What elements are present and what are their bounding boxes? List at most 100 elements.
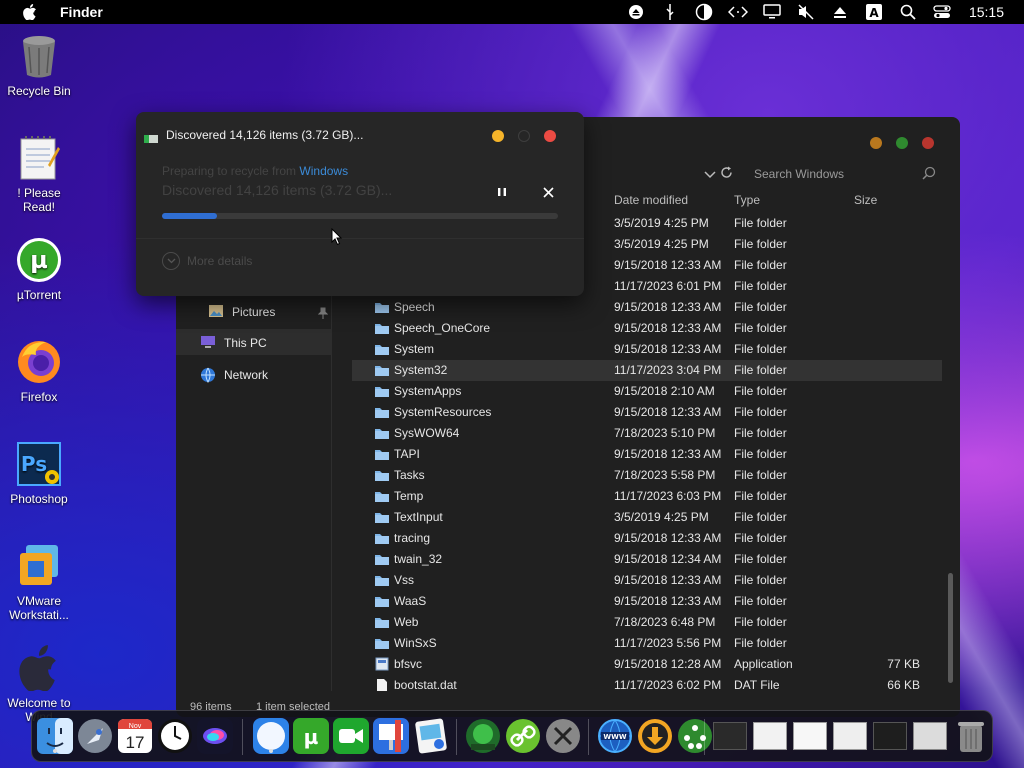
source-folder-link[interactable]: Windows bbox=[299, 164, 348, 178]
preview-icon[interactable] bbox=[412, 717, 450, 755]
desktop-icon-firefox[interactable]: Firefox bbox=[0, 338, 78, 404]
window-thumbnail[interactable] bbox=[792, 717, 828, 755]
window-thumbnail[interactable] bbox=[912, 717, 948, 755]
file-name: System32 bbox=[394, 363, 448, 377]
table-row[interactable]: Tasks 7/18/2023 5:58 PM File folder bbox=[352, 465, 942, 486]
date-modified-cell: 9/15/2018 12:34 AM bbox=[614, 552, 722, 566]
table-row[interactable]: TAPI 9/15/2018 12:33 AM File folder bbox=[352, 444, 942, 465]
table-row[interactable]: Temp 11/17/2023 6:03 PM File folder bbox=[352, 486, 942, 507]
download-icon[interactable] bbox=[636, 717, 674, 755]
table-row[interactable]: System 9/15/2018 12:33 AM File folder bbox=[352, 339, 942, 360]
table-row[interactable]: twain_32 9/15/2018 12:34 AM File folder bbox=[352, 549, 942, 570]
calendar-day: 17 bbox=[125, 733, 145, 752]
table-row[interactable]: WinSxS 11/17/2023 5:56 PM File folder bbox=[352, 633, 942, 654]
type-cell: File folder bbox=[734, 405, 787, 419]
type-cell: File folder bbox=[734, 552, 787, 566]
desktop-icon-please-read[interactable]: ! Please Read! bbox=[0, 134, 78, 214]
pin-icon[interactable] bbox=[317, 306, 329, 324]
column-header-date[interactable]: Date modified bbox=[614, 193, 688, 211]
date-modified-cell: 9/15/2018 12:33 AM bbox=[614, 300, 722, 314]
trash-icon[interactable] bbox=[952, 717, 990, 755]
table-row[interactable]: bootstat.dat 11/17/2023 6:02 PM DAT File 66… bbox=[352, 675, 942, 696]
search-input[interactable]: Search Windows bbox=[744, 161, 944, 187]
pause-button[interactable] bbox=[494, 184, 510, 200]
column-header-type[interactable]: Type bbox=[734, 193, 760, 211]
window-thumbnail[interactable] bbox=[752, 717, 788, 755]
table-row[interactable]: SysWOW64 7/18/2023 5:10 PM File folder bbox=[352, 423, 942, 444]
collabsysos-icon[interactable] bbox=[464, 717, 502, 755]
desktop-icon-vmware[interactable]: VMware Workstati... bbox=[0, 542, 78, 622]
facetime-icon[interactable] bbox=[332, 717, 370, 755]
nav-item-label: This PC bbox=[224, 336, 267, 350]
folder-icon bbox=[374, 426, 390, 440]
nav-item-pictures[interactable]: Pictures bbox=[208, 300, 275, 324]
control-center-icon[interactable] bbox=[925, 0, 959, 24]
clock-icon[interactable] bbox=[156, 717, 194, 755]
minimize-button[interactable] bbox=[492, 130, 504, 142]
desktop-icon-recycle-bin[interactable]: Recycle Bin bbox=[0, 32, 78, 98]
cancel-button[interactable] bbox=[538, 182, 558, 202]
window-thumbnail[interactable] bbox=[872, 717, 908, 755]
menu-bar-clock[interactable]: 15:15 bbox=[969, 4, 1004, 20]
chevron-down-icon[interactable] bbox=[704, 167, 716, 185]
notepad-icon bbox=[15, 134, 63, 182]
table-row[interactable]: tracing 9/15/2018 12:33 AM File folder bbox=[352, 528, 942, 549]
finder-icon[interactable] bbox=[36, 717, 74, 755]
minimize-button[interactable] bbox=[870, 137, 882, 149]
nav-item-this-pc[interactable]: This PC bbox=[200, 331, 267, 355]
table-row[interactable]: Vss 9/15/2018 12:33 AM File folder bbox=[352, 570, 942, 591]
mute-icon[interactable] bbox=[789, 0, 823, 24]
table-row[interactable]: bfsvc 9/15/2018 12:28 AM Application 77 KB bbox=[352, 654, 942, 675]
table-row[interactable]: SystemApps 9/15/2018 2:10 AM File folder bbox=[352, 381, 942, 402]
network-icon[interactable] bbox=[676, 717, 714, 755]
display-icon[interactable] bbox=[755, 0, 789, 24]
code-arrows-icon[interactable] bbox=[721, 0, 755, 24]
close-button[interactable] bbox=[922, 137, 934, 149]
search-placeholder: Search Windows bbox=[754, 167, 845, 181]
table-row[interactable]: WaaS 9/15/2018 12:33 AM File folder bbox=[352, 591, 942, 612]
half-circle-icon[interactable] bbox=[687, 0, 721, 24]
desktop-icon-utorrent[interactable]: µ µTorrent bbox=[0, 236, 78, 302]
scrollbar-thumb[interactable] bbox=[948, 573, 953, 683]
table-row[interactable]: Web 7/18/2023 6:48 PM File folder bbox=[352, 612, 942, 633]
date-modified-cell: 3/5/2019 4:25 PM bbox=[614, 510, 709, 524]
close-button[interactable] bbox=[544, 130, 556, 142]
table-row[interactable]: System32 11/17/2023 3:04 PM File folder bbox=[352, 360, 942, 381]
window-thumbnail[interactable] bbox=[712, 717, 748, 755]
search-icon[interactable] bbox=[891, 0, 925, 24]
launchpad-icon[interactable] bbox=[76, 717, 114, 755]
file-name: SysWOW64 bbox=[394, 426, 460, 440]
dock: Nov 17 µ WWW bbox=[31, 710, 993, 762]
link-icon[interactable] bbox=[504, 717, 542, 755]
maximize-button[interactable] bbox=[896, 137, 908, 149]
keynote-icon[interactable] bbox=[372, 717, 410, 755]
desktop-icon-photoshop[interactable]: Ps Photoshop bbox=[0, 440, 78, 506]
nav-item-network[interactable]: Network bbox=[200, 363, 268, 387]
table-row[interactable]: SystemResources 9/15/2018 12:33 AM File fo… bbox=[352, 402, 942, 423]
more-details-toggle[interactable]: More details bbox=[162, 252, 252, 270]
table-row[interactable]: TextInput 3/5/2019 4:25 PM File folder bbox=[352, 507, 942, 528]
dialog-title: Discovered 14,126 items (3.72 GB)... bbox=[166, 128, 364, 142]
keyboard-a-icon[interactable]: A bbox=[857, 0, 891, 24]
table-row[interactable]: Speech 9/15/2018 12:33 AM File folder bbox=[352, 297, 942, 318]
www-icon[interactable]: WWW bbox=[596, 717, 634, 755]
maximize-button[interactable] bbox=[518, 130, 530, 142]
usb-icon[interactable] bbox=[653, 0, 687, 24]
column-header-size[interactable]: Size bbox=[854, 193, 877, 211]
vertical-scrollbar[interactable] bbox=[946, 213, 954, 693]
date-modified-cell: 3/5/2019 4:25 PM bbox=[614, 216, 709, 230]
eject-icon[interactable] bbox=[619, 0, 653, 24]
siri-icon[interactable] bbox=[196, 717, 234, 755]
file-icon bbox=[374, 678, 390, 692]
active-app-name[interactable]: Finder bbox=[60, 4, 103, 20]
upload-icon[interactable] bbox=[823, 0, 857, 24]
file-name-cell: WaaS bbox=[374, 594, 426, 608]
safari-icon[interactable] bbox=[252, 717, 290, 755]
table-row[interactable]: Speech_OneCore 9/15/2018 12:33 AM File fol… bbox=[352, 318, 942, 339]
calendar-icon[interactable]: Nov 17 bbox=[116, 717, 154, 755]
apple-menu-icon[interactable] bbox=[22, 4, 38, 20]
window-thumbnail[interactable] bbox=[832, 717, 868, 755]
refresh-icon[interactable] bbox=[720, 166, 733, 184]
utorrent-icon[interactable]: µ bbox=[292, 717, 330, 755]
utilities-icon[interactable] bbox=[544, 717, 582, 755]
